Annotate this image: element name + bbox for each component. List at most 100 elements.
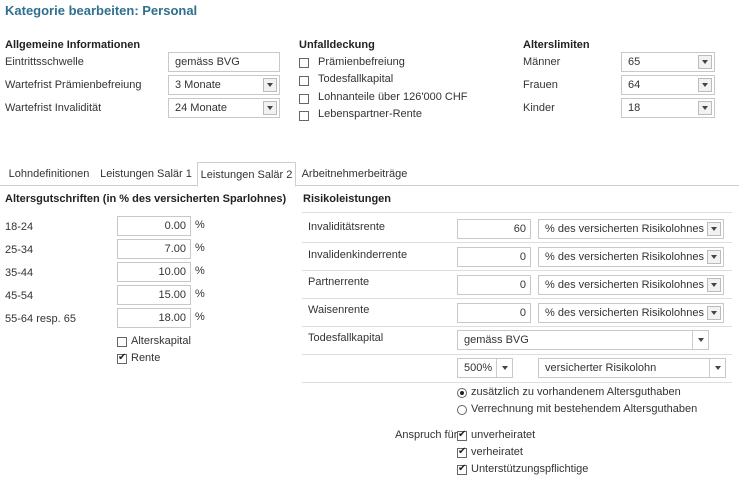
waisenrente-label: Waisenrente [308,304,370,316]
anspruch-label: Anspruch für [395,429,458,441]
waisenrente-basis-value: % des versicherten Risikolohnes [545,307,704,319]
rente-checkbox[interactable] [117,352,127,364]
wartefrist-praemie-label: Wartefrist Prämienbefreiung [5,79,142,91]
percent-unit: % [195,242,205,254]
unfall-todesfall-checkbox[interactable] [299,76,309,86]
kinder-select[interactable]: 18 [621,98,715,118]
divider [302,212,732,213]
partnerrente-basis-select[interactable]: % des versicherten Risikolohnes [538,275,724,295]
wartefrist-praemie-value: 3 Monate [175,79,221,91]
gutschriften-heading: Altersgutschriften (in % des versicherte… [5,193,287,205]
chevron-down-icon[interactable] [707,250,721,264]
gutschrift-input-25-34[interactable]: 7.00 [117,239,191,259]
anspruch-unverheiratet-label: unverheiratet [471,429,536,441]
gutschrift-label-45-54: 45-54 [5,290,34,302]
gutschrift-input-35-44[interactable]: 10.00 [117,262,191,282]
gutschrift-input-18-24[interactable]: 0.00 [117,216,191,236]
partnerrente-basis-value: % des versicherten Risikolohnes [545,279,704,291]
todesfallkapital-factor-select[interactable]: 500% [457,358,513,378]
invalidenkinderrente-basis-select[interactable]: % des versicherten Risikolohnes [538,247,724,267]
partnerrente-input[interactable]: 0 [457,275,531,295]
wartefrist-invaliditaet-label: Wartefrist Invalidität [5,102,102,114]
todesfallkapital-basis-select[interactable]: versicherter Risikolohn [538,358,726,378]
gutschrift-label-18-24: 18-24 [5,221,34,233]
anspruch-unterstuetzung-checkbox[interactable] [457,463,467,475]
rente-label: Rente [131,352,161,364]
unfall-lebenspartner-label: Lebenspartner-Rente [318,108,422,120]
unfall-lohnanteile-checkbox[interactable] [299,94,309,104]
chevron-down-icon[interactable] [496,359,512,377]
kinder-value: 18 [628,102,641,114]
percent-unit: % [195,288,205,300]
page-title: Kategorie bearbeiten: Personal [5,3,198,18]
chevron-down-icon[interactable] [692,331,708,349]
eintrittsschwelle-field[interactable]: gemäss BVG [168,52,280,72]
allgemein-heading: Allgemeine Informationen [5,39,141,51]
todesfallkapital-label: Todesfallkapital [308,332,384,344]
percent-unit: % [195,265,205,277]
wartefrist-invaliditaet-select[interactable]: 24 Monate [168,98,280,118]
alter-heading: Alterslimiten [523,39,590,51]
wartefrist-praemie-select[interactable]: 3 Monate [168,75,280,95]
risiko-heading: Risikoleistungen [303,193,392,205]
chevron-down-icon[interactable] [698,78,712,92]
alterskapital-checkbox[interactable] [117,337,127,347]
kinder-label: Kinder [523,102,555,114]
radio-zusaetzlich[interactable] [457,388,467,398]
unfall-praemie-checkbox[interactable] [299,58,309,68]
divider [302,298,732,299]
anspruch-unverheiratet-checkbox[interactable] [457,429,467,441]
partnerrente-label: Partnerrente [308,276,370,288]
chevron-down-icon[interactable] [707,306,721,320]
maenner-value: 65 [628,56,641,68]
percent-unit: % [195,219,205,231]
radio-verrechnung[interactable] [457,405,467,415]
unfall-praemie-label: Prämienbefreiung [318,56,405,68]
todesfallkapital-type-value: gemäss BVG [464,334,529,346]
chevron-down-icon[interactable] [709,359,725,377]
chevron-down-icon[interactable] [707,222,721,236]
chevron-down-icon[interactable] [707,278,721,292]
maenner-label: Männer [523,56,561,68]
waisenrente-input[interactable]: 0 [457,303,531,323]
gutschrift-label-25-34: 25-34 [5,244,34,256]
invalidenkinderrente-label: Invalidenkinderrente [308,249,408,261]
unfall-lohnanteile-label: Lohnanteile über 126'000 CHF [318,91,468,103]
invalidenkinderrente-basis-value: % des versicherten Risikolohnes [545,251,704,263]
tab-leistungen-salaer-1[interactable]: Leistungen Salär 1 [96,162,196,186]
gutschrift-label-35-44: 35-44 [5,267,34,279]
divider [302,326,732,327]
invaliditaetsrente-input[interactable]: 60 [457,219,531,239]
tab-arbeitnehmerbeitraege[interactable]: Arbeitnehmerbeiträge [297,162,412,186]
radio-zusaetzlich-label: zusätzlich zu vorhandenem Altersguthaben [471,386,681,398]
todesfallkapital-type-select[interactable]: gemäss BVG [457,330,709,350]
invaliditaetsrente-label: Invaliditätsrente [308,221,386,233]
chevron-down-icon[interactable] [698,101,712,115]
tab-leistungen-salaer-2[interactable]: Leistungen Salär 2 [197,162,296,187]
unfall-heading: Unfalldeckung [299,39,375,51]
alterskapital-label: Alterskapital [131,335,191,347]
frauen-value: 64 [628,79,641,91]
maenner-select[interactable]: 65 [621,52,715,72]
frauen-select[interactable]: 64 [621,75,715,95]
divider [302,354,732,355]
anspruch-verheiratet-label: verheiratet [471,446,523,458]
invaliditaetsrente-basis-select[interactable]: % des versicherten Risikolohnes [538,219,724,239]
gutschrift-input-45-54[interactable]: 15.00 [117,285,191,305]
todesfallkapital-factor-value: 500% [464,362,493,374]
frauen-label: Frauen [523,79,558,91]
unfall-lebenspartner-checkbox[interactable] [299,111,309,121]
anspruch-verheiratet-checkbox[interactable] [457,446,467,458]
invaliditaetsrente-basis-value: % des versicherten Risikolohnes [545,223,704,235]
radio-verrechnung-label: Verrechnung mit bestehendem Altersguthab… [471,403,698,415]
unfall-todesfall-label: Todesfallkapital [318,73,394,85]
chevron-down-icon[interactable] [263,78,277,92]
gutschrift-input-55-64[interactable]: 18.00 [117,308,191,328]
percent-unit: % [195,311,205,323]
divider [302,242,732,243]
invalidenkinderrente-input[interactable]: 0 [457,247,531,267]
waisenrente-basis-select[interactable]: % des versicherten Risikolohnes [538,303,724,323]
chevron-down-icon[interactable] [698,55,712,69]
chevron-down-icon[interactable] [263,101,277,115]
tab-lohndefinitionen[interactable]: Lohndefinitionen [5,162,93,186]
